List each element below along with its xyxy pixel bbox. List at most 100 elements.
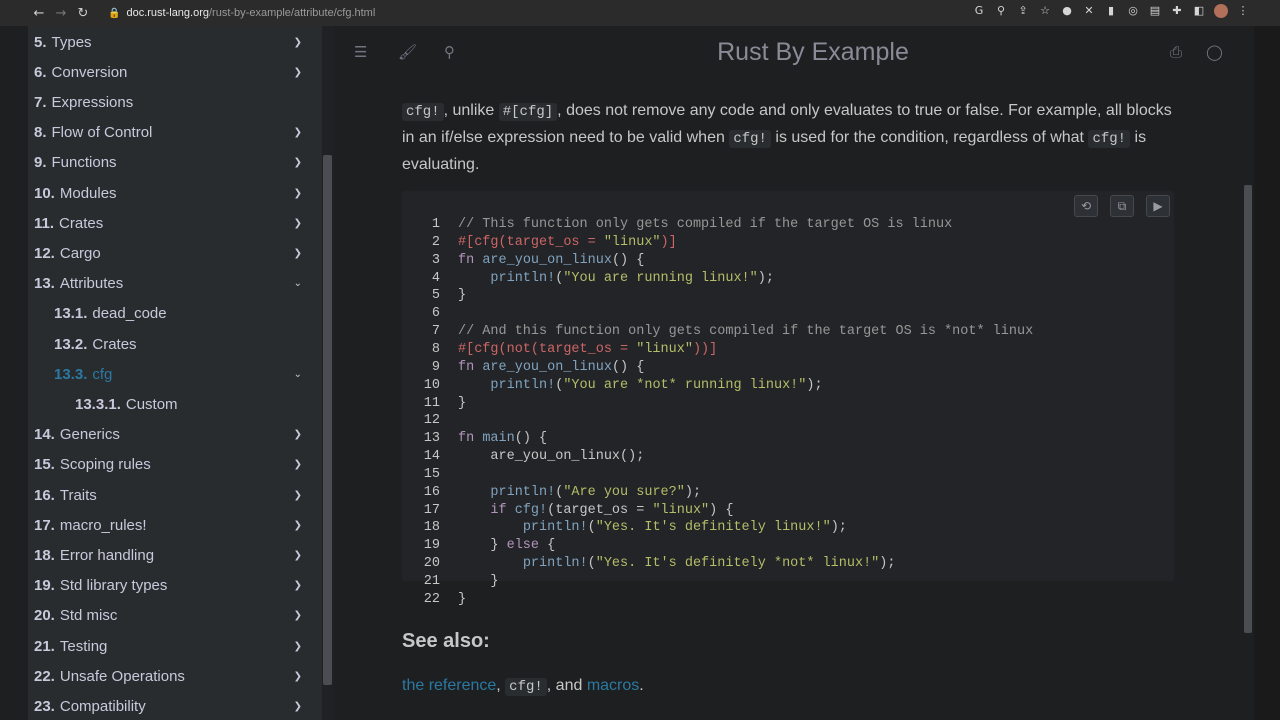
chevron-right-icon[interactable]: ❯ <box>294 701 302 712</box>
google-icon[interactable]: G <box>972 4 986 18</box>
bookmark-star-icon[interactable]: ☆ <box>1038 4 1052 18</box>
code-text[interactable]: } else { <box>458 537 555 555</box>
code-line[interactable]: 13 fn main() { <box>402 430 1174 448</box>
page-scrollbar-thumb[interactable] <box>1244 185 1252 633</box>
code-line[interactable]: 21 } <box>402 573 1174 591</box>
chevron-right-icon[interactable]: ❯ <box>294 550 302 561</box>
code-text[interactable]: println!("You are *not* running linux!")… <box>458 377 822 395</box>
code-text[interactable]: println!("Yes. It's definitely linux!"); <box>458 519 847 537</box>
chevron-right-icon[interactable]: ❯ <box>294 218 302 229</box>
sidebar-item[interactable]: 19. Std library types ❯ <box>28 572 322 600</box>
print-icon[interactable]: ⎙ <box>1170 43 1182 61</box>
sidebar-icon[interactable]: ◧ <box>1192 4 1206 18</box>
code-text[interactable]: println!("Yes. It's definitely *not* lin… <box>458 555 896 573</box>
code-text[interactable]: fn are_you_on_linux() { <box>458 359 644 377</box>
extension-icon[interactable]: ▤ <box>1148 4 1162 18</box>
code-line[interactable]: 4 println!("You are running linux!"); <box>402 270 1174 288</box>
chevron-right-icon[interactable]: ❯ <box>294 429 302 440</box>
sidebar-item[interactable]: 11. Crates ❯ <box>28 209 322 237</box>
sidebar-item[interactable]: 12. Cargo ❯ <box>28 239 322 267</box>
sidebar-item[interactable]: 21. Testing ❯ <box>28 632 322 660</box>
code-line[interactable]: 9 fn are_you_on_linux() { <box>402 359 1174 377</box>
chevron-right-icon[interactable]: ❯ <box>294 37 302 48</box>
sidebar-item[interactable]: 13.3. cfg ⌄ <box>28 360 322 388</box>
code-line[interactable]: 6 <box>402 305 1174 323</box>
avatar[interactable] <box>1214 4 1228 18</box>
sidebar-item[interactable]: 7. Expressions <box>28 88 322 116</box>
code-text[interactable]: } <box>458 573 498 591</box>
code-line[interactable]: 22} <box>402 591 1174 609</box>
sidebar-item[interactable]: 13.1. dead_code <box>28 300 322 328</box>
chevron-down-icon[interactable]: ⌄ <box>294 369 302 380</box>
code-line[interactable]: 12 <box>402 412 1174 430</box>
code-text[interactable]: if cfg!(target_os = "linux") { <box>458 502 733 520</box>
sidebar-item[interactable]: 20. Std misc ❯ <box>28 602 322 630</box>
sidebar-scrollbar-thumb[interactable] <box>323 155 332 685</box>
chevron-right-icon[interactable]: ❯ <box>294 248 302 259</box>
code-line[interactable]: 2 #[cfg(target_os = "linux")] <box>402 234 1174 252</box>
chevron-right-icon[interactable]: ❯ <box>294 67 302 78</box>
chevron-right-icon[interactable]: ❯ <box>294 127 302 138</box>
code-text[interactable]: fn are_you_on_linux() { <box>458 252 644 270</box>
address-bar[interactable]: 🔒 doc.rust-lang.org/rust-by-example/attr… <box>108 7 375 19</box>
forward-button[interactable]: → <box>50 6 72 21</box>
sidebar-item[interactable]: 13.2. Crates <box>28 330 322 358</box>
code-text[interactable]: } <box>458 591 466 609</box>
chevron-right-icon[interactable]: ❯ <box>294 188 302 199</box>
code-text[interactable]: // This function only gets compiled if t… <box>458 216 952 234</box>
code-text[interactable]: #[cfg(not(target_os = "linux"))] <box>458 341 717 359</box>
code-line[interactable]: 3 fn are_you_on_linux() { <box>402 252 1174 270</box>
code-line[interactable]: 17 if cfg!(target_os = "linux") { <box>402 502 1174 520</box>
sidebar-item[interactable]: 17. macro_rules! ❯ <box>28 511 322 539</box>
chevron-right-icon[interactable]: ❯ <box>294 610 302 621</box>
sidebar-item[interactable]: 16. Traits ❯ <box>28 481 322 509</box>
code-line[interactable]: 1 // This function only gets compiled if … <box>402 216 1174 234</box>
play-icon[interactable]: ▶ <box>1146 195 1170 217</box>
reload-button[interactable]: ↻ <box>72 6 94 21</box>
code-line[interactable]: 14 are_you_on_linux(); <box>402 448 1174 466</box>
chevron-right-icon[interactable]: ❯ <box>294 459 302 470</box>
chevron-right-icon[interactable]: ❯ <box>294 490 302 501</box>
code-text[interactable]: println!("You are running linux!"); <box>458 270 774 288</box>
code-line[interactable]: 11} <box>402 395 1174 413</box>
sidebar-item[interactable]: 5. Types ❯ <box>28 28 322 56</box>
sidebar-item[interactable]: 9. Functions ❯ <box>28 149 322 177</box>
back-button[interactable]: ← <box>28 6 50 21</box>
code-line[interactable]: 5} <box>402 287 1174 305</box>
sidebar-item[interactable]: 8. Flow of Control ❯ <box>28 119 322 147</box>
code-text[interactable]: fn main() { <box>458 430 547 448</box>
code-line[interactable]: 19 } else { <box>402 537 1174 555</box>
extension-icon[interactable]: ▮ <box>1104 4 1118 18</box>
code-line[interactable]: 7 // And this function only gets compiled… <box>402 323 1174 341</box>
undo-icon[interactable]: ⟲ <box>1074 195 1098 217</box>
more-menu-icon[interactable]: ⋮ <box>1236 4 1250 18</box>
chevron-right-icon[interactable]: ❯ <box>294 520 302 531</box>
github-icon[interactable]: ◯ <box>1206 43 1223 61</box>
sidebar-item[interactable]: 10. Modules ❯ <box>28 179 322 207</box>
sidebar-item[interactable]: 18. Error handling ❯ <box>28 541 322 569</box>
chevron-right-icon[interactable]: ❯ <box>294 671 302 682</box>
code-block[interactable]: ⟲ ⧉ ▶ 1 // This function only gets compil… <box>402 191 1174 607</box>
chevron-right-icon[interactable]: ❯ <box>294 580 302 591</box>
sidebar-item[interactable]: 23. Compatibility ❯ <box>28 692 322 720</box>
code-text[interactable]: are_you_on_linux(); <box>458 448 644 466</box>
code-line[interactable]: 10 println!("You are *not* running linux… <box>402 377 1174 395</box>
extension-icon[interactable]: ◎ <box>1126 4 1140 18</box>
code-text[interactable]: // And this function only gets compiled … <box>458 323 1033 341</box>
extension-icon[interactable]: ✕ <box>1082 4 1096 18</box>
code-line[interactable]: 8 #[cfg(not(target_os = "linux"))] <box>402 341 1174 359</box>
zoom-icon[interactable]: ⚲ <box>994 4 1008 18</box>
code-text[interactable]: #[cfg(target_os = "linux")] <box>458 234 677 252</box>
chevron-right-icon[interactable]: ❯ <box>294 641 302 652</box>
code-text[interactable]: } <box>458 395 466 413</box>
sidebar-item[interactable]: 15. Scoping rules ❯ <box>28 451 322 479</box>
share-icon[interactable]: ⇪ <box>1016 4 1030 18</box>
code-line[interactable]: 16 println!("Are you sure?"); <box>402 484 1174 502</box>
inline-code[interactable]: cfg! <box>505 678 547 696</box>
sidebar-item[interactable]: 6. Conversion ❯ <box>28 58 322 86</box>
chevron-down-icon[interactable]: ⌄ <box>294 278 302 289</box>
extension-icon[interactable]: ● <box>1060 4 1074 18</box>
code-line[interactable]: 18 println!("Yes. It's definitely linux!… <box>402 519 1174 537</box>
code-text[interactable]: } <box>458 287 466 305</box>
code-text[interactable]: println!("Are you sure?"); <box>458 484 701 502</box>
